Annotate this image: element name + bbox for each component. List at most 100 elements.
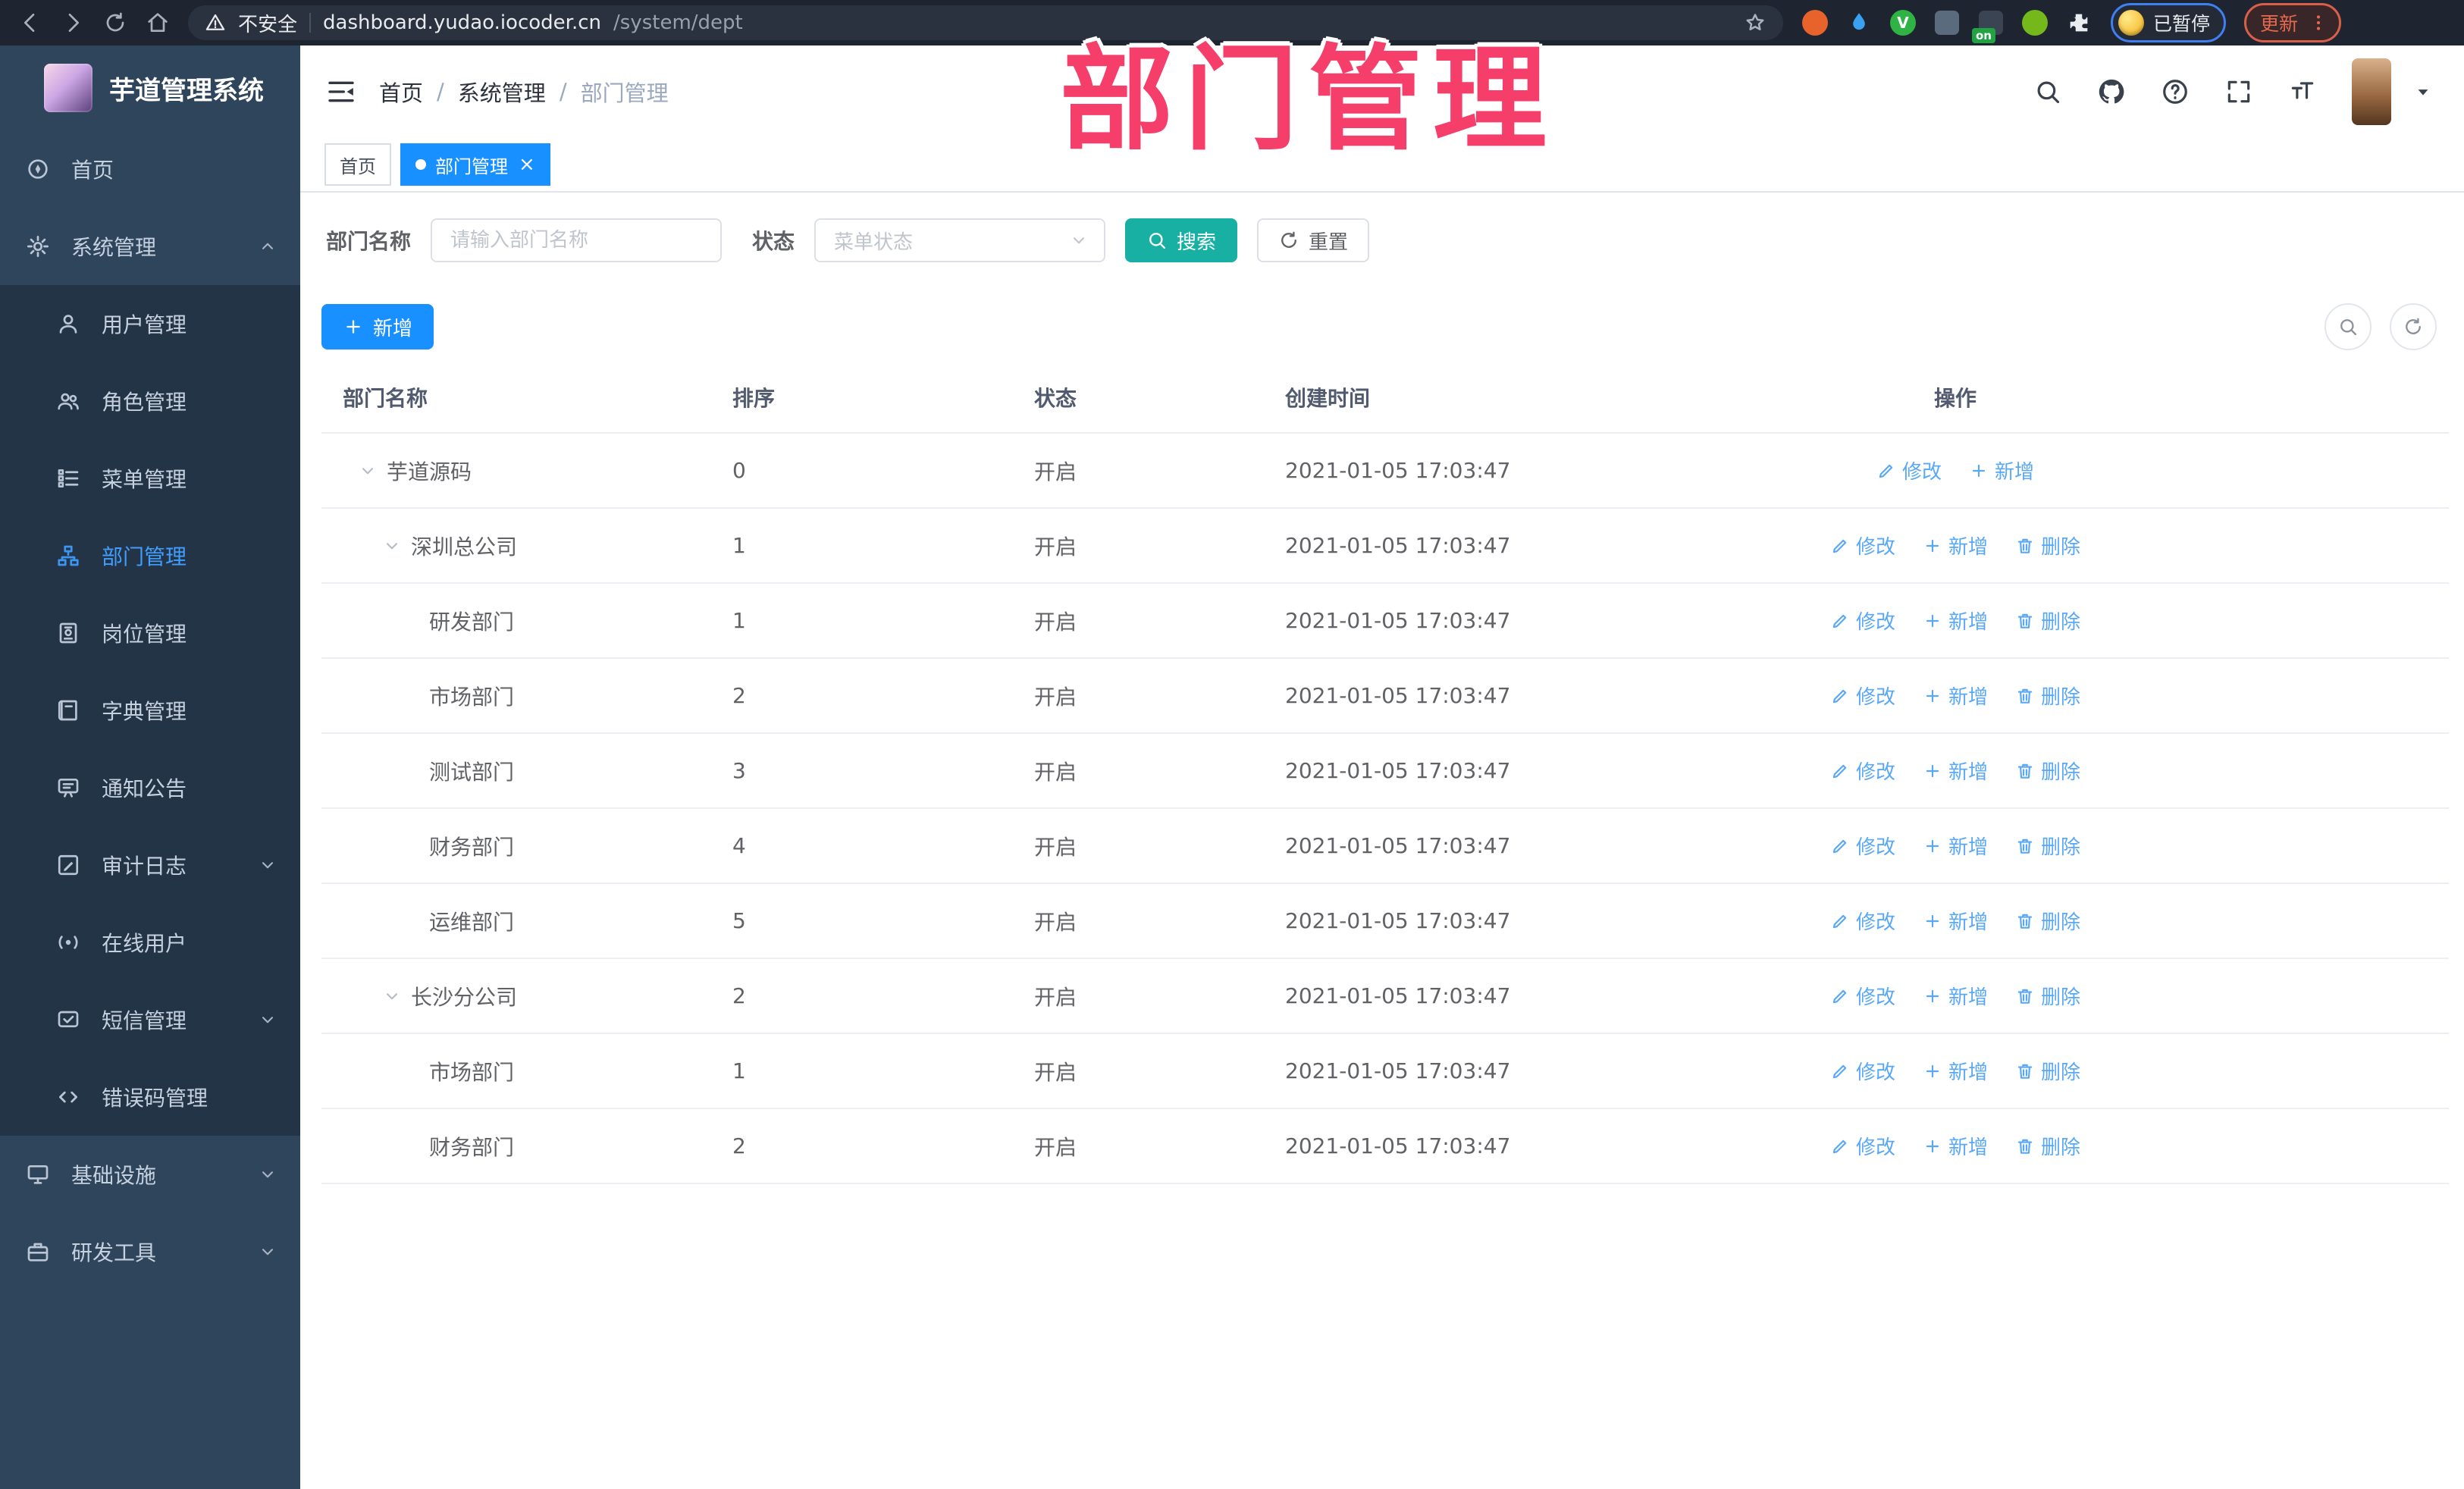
trash-icon [2017,839,2033,854]
reset-button[interactable]: 重置 [1257,218,1370,262]
sidebar-item-menu-management[interactable]: 菜单管理 [0,440,300,517]
sort-cell: 5 [732,908,746,933]
browser-extension-green-v-extension[interactable]: V [1889,9,1917,36]
breadcrumb-item[interactable]: 系统管理 [458,76,546,108]
row-action-edit[interactable]: 修改 [1830,682,1895,710]
row-action-edit[interactable]: 修改 [1830,607,1895,635]
row-action-plus[interactable]: 新增 [1923,757,1988,785]
created-time-cell: 2021-01-05 17:03:47 [1285,458,1511,483]
row-action-trash[interactable]: 删除 [2015,832,2080,860]
action-label: 新增 [1948,611,1988,634]
row-action-edit[interactable]: 修改 [1830,757,1895,785]
tab-home[interactable]: 首页 [324,143,391,186]
browser-extension-blue-drop-extension[interactable] [1845,9,1873,36]
bookmark-star-icon[interactable] [1744,11,1766,34]
search-icon[interactable] [2033,77,2062,106]
row-action-edit[interactable]: 修改 [1830,531,1895,560]
dept-name-input[interactable] [431,218,723,262]
browser-extension-stack-extension[interactable]: on [1972,9,2005,43]
row-action-plus[interactable]: 新增 [1923,1132,1988,1160]
sidebar-item-role-management[interactable]: 角色管理 [0,362,300,440]
paused-label: 已暂停 [2153,13,2211,35]
row-action-plus[interactable]: 新增 [1923,832,1988,860]
dept-name-cell: 市场部门 [321,1056,732,1086]
row-action-plus[interactable]: 新增 [1923,982,1988,1010]
sidebar: 芋道管理系统 首页 系统管理 用户管理 角色管理 菜单管理 部门管理 岗位管理 字典管理 通知公… [0,45,300,1489]
row-action-plus[interactable]: 新增 [1923,531,1988,560]
browser-reload-icon[interactable] [103,11,127,35]
row-action-edit[interactable]: 修改 [1830,982,1895,1010]
tab-label: 首页 [340,155,376,177]
refresh-table-button[interactable] [2390,303,2437,350]
row-action-plus[interactable]: 新增 [1923,607,1988,635]
row-action-edit[interactable]: 修改 [1830,1132,1895,1160]
dept-name-cell: 财务部门 [321,831,732,861]
browser-forward-icon[interactable] [61,11,85,35]
row-action-plus[interactable]: 新增 [1969,456,2034,484]
browser-back-icon[interactable] [18,11,42,35]
row-action-trash[interactable]: 删除 [2015,982,2080,1010]
sidebar-item-system-management[interactable]: 系统管理 [0,208,300,285]
chevron-down-icon[interactable] [382,986,402,1006]
toggle-search-button[interactable] [2324,303,2372,350]
status-select[interactable]: 菜单状态 [814,218,1106,262]
browser-extension-orange-ring-extension[interactable] [1801,9,1829,36]
row-action-plus[interactable]: 新增 [1923,907,1988,935]
row-action-edit[interactable]: 修改 [1830,832,1895,860]
row-action-trash[interactable]: 删除 [2015,531,2080,560]
row-action-trash[interactable]: 删除 [2015,907,2080,935]
profile-paused-badge[interactable]: 已暂停 [2111,3,2227,42]
row-action-trash[interactable]: 删除 [2015,1057,2080,1085]
address-bar[interactable]: 不安全 dashboard.yudao.iocoder.cn/system/de… [188,5,1783,40]
chevron-down-icon[interactable] [382,536,402,556]
actions-cell: 修改 新增 删除 [1735,832,2449,860]
browser-update-button[interactable]: 更新 [2244,3,2342,42]
sidebar-item-user-management[interactable]: 用户管理 [0,285,300,362]
browser-extension-grid-extension[interactable] [1933,9,1961,36]
avatar-caret-down-icon[interactable] [2412,81,2434,102]
github-icon[interactable] [2097,77,2126,106]
row-action-trash[interactable]: 删除 [2015,1132,2080,1160]
sidebar-item-online-users[interactable]: 在线用户 [0,904,300,981]
help-icon[interactable] [2161,77,2190,106]
fullscreen-icon[interactable] [2224,77,2253,106]
breadcrumb-item[interactable]: 首页 [379,76,423,108]
row-action-plus[interactable]: 新增 [1923,682,1988,710]
sidebar-item-sms-management[interactable]: 短信管理 [0,981,300,1058]
row-action-trash[interactable]: 删除 [2015,757,2080,785]
browser-extension-puzzle-extension[interactable] [2065,9,2093,36]
browser-extension-green-figure-extension[interactable] [2021,9,2049,36]
row-action-edit[interactable]: 修改 [1830,907,1895,935]
search-button[interactable]: 搜索 [1125,218,1238,262]
action-label: 新增 [1948,836,1988,859]
action-label: 删除 [2041,761,2081,784]
sidebar-item-infrastructure[interactable]: 基础设施 [0,1136,300,1213]
sidebar-item-notice-announcement[interactable]: 通知公告 [0,749,300,826]
app-logo [44,64,92,112]
sidebar-item-dept-management[interactable]: 部门管理 [0,517,300,594]
add-button[interactable]: 新增 [321,304,434,350]
sidebar-item-post-management[interactable]: 岗位管理 [0,594,300,672]
text-size-icon[interactable] [2288,77,2317,106]
sidebar-menu: 首页 系统管理 用户管理 角色管理 菜单管理 部门管理 岗位管理 字典管理 通知公告 审计日志 在线… [0,130,300,1489]
user-avatar[interactable] [2352,58,2391,125]
table-row: 芋道源码 0 开启 2021-01-05 17:03:47 修改 新增 [321,434,2449,509]
tab-dept-management[interactable]: 部门管理 × [400,143,550,186]
row-action-edit[interactable]: 修改 [1876,456,1942,484]
sidebar-item-home[interactable]: 首页 [0,130,300,208]
browser-menu-kebab-icon[interactable] [2309,13,2328,33]
sidebar-item-audit-log[interactable]: 审计日志 [0,826,300,904]
sidebar-item-dev-tools[interactable]: 研发工具 [0,1213,300,1290]
chevron-down-icon[interactable] [358,461,378,481]
row-action-plus[interactable]: 新增 [1923,1057,1988,1085]
row-action-edit[interactable]: 修改 [1830,1057,1895,1085]
row-action-trash[interactable]: 删除 [2015,607,2080,635]
update-label: 更新 [2260,13,2299,35]
row-action-trash[interactable]: 删除 [2015,682,2080,710]
sidebar-item-dict-management[interactable]: 字典管理 [0,672,300,749]
browser-home-icon[interactable] [146,11,170,35]
dept-name-cell: 运维部门 [321,906,732,936]
sidebar-collapse-icon[interactable] [326,77,356,107]
tab-close-icon[interactable]: × [519,155,535,174]
sidebar-item-error-code-management[interactable]: 错误码管理 [0,1058,300,1136]
